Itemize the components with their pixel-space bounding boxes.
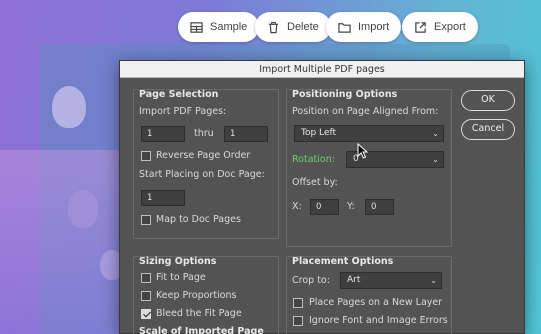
offset-x-label: X: xyxy=(292,201,302,212)
reverse-order-checkbox[interactable] xyxy=(141,151,151,161)
keep-proportions-checkbox[interactable] xyxy=(141,291,151,301)
sample-label: Sample xyxy=(210,21,248,33)
import-button[interactable]: Import xyxy=(326,12,402,42)
new-layer-checkbox[interactable] xyxy=(293,298,303,308)
balloon-illustration xyxy=(52,86,86,128)
table-icon xyxy=(190,21,203,33)
chevron-down-icon: ⌄ xyxy=(432,155,439,164)
scale-imported-label: Scale of Imported Page xyxy=(139,326,264,334)
aligned-from-label: Position on Page Aligned From: xyxy=(292,106,439,117)
page-selection-title: Page Selection xyxy=(139,89,219,100)
delete-label: Delete xyxy=(287,21,319,33)
chevron-down-icon: ⌄ xyxy=(430,276,437,285)
ok-button[interactable]: OK xyxy=(461,90,515,111)
crop-to-value: Art xyxy=(347,275,361,285)
delete-button[interactable]: Delete xyxy=(255,12,331,42)
bleed-fit-page-checkbox[interactable] xyxy=(141,309,151,319)
ignore-errors-label: Ignore Font and Image Errors xyxy=(309,315,448,326)
dialog-title: Import Multiple PDF pages xyxy=(120,61,524,78)
import-pages-label: Import PDF Pages: xyxy=(139,106,227,117)
offset-x-input[interactable]: 0 xyxy=(310,199,339,215)
fit-to-page-label: Fit to Page xyxy=(156,272,206,283)
from-page-input[interactable]: 1 xyxy=(141,126,185,142)
sample-button[interactable]: Sample xyxy=(178,12,260,42)
aligned-from-select[interactable]: Top Left ⌄ xyxy=(294,125,444,142)
sizing-options-title: Sizing Options xyxy=(139,256,217,267)
top-toolbar: Sample Delete Import Export xyxy=(0,12,541,42)
bleed-fit-page-label: Bleed the Fit Page xyxy=(156,308,242,319)
crop-to-label: Crop to: xyxy=(292,275,330,286)
mouse-cursor-icon xyxy=(357,143,369,159)
start-page-input[interactable]: 1 xyxy=(141,190,185,206)
crop-to-select[interactable]: Art ⌄ xyxy=(340,272,442,289)
import-pdf-dialog: Import Multiple PDF pages Page Selection… xyxy=(119,60,525,334)
chevron-down-icon: ⌄ xyxy=(432,129,439,138)
keep-proportions-label: Keep Proportions xyxy=(156,290,237,301)
to-page-input[interactable]: 1 xyxy=(224,126,268,142)
export-button[interactable]: Export xyxy=(402,12,478,42)
background-image-area xyxy=(0,150,120,334)
rotation-label: Rotation: xyxy=(292,154,335,165)
placement-options-title: Placement Options xyxy=(292,256,394,267)
start-page-label: Start Placing on Doc Page: xyxy=(139,169,265,180)
reverse-order-label: Reverse Page Order xyxy=(156,150,251,161)
import-label: Import xyxy=(358,21,390,33)
balloon-illustration xyxy=(68,190,98,228)
cancel-button[interactable]: Cancel xyxy=(461,119,515,140)
ignore-errors-checkbox[interactable] xyxy=(293,316,303,326)
map-doc-pages-checkbox[interactable] xyxy=(141,215,151,225)
map-doc-pages-label: Map to Doc Pages xyxy=(156,214,241,225)
offset-label: Offset by: xyxy=(292,177,338,188)
thru-label: thru xyxy=(194,128,214,139)
trash-icon xyxy=(268,21,279,33)
folder-icon xyxy=(338,22,351,33)
new-layer-label: Place Pages on a New Layer xyxy=(309,297,443,308)
positioning-options-title: Positioning Options xyxy=(292,89,398,100)
export-label: Export xyxy=(434,21,466,33)
offset-y-label: Y: xyxy=(347,201,355,212)
offset-y-input[interactable]: 0 xyxy=(365,199,394,215)
export-icon xyxy=(415,21,426,33)
fit-to-page-checkbox[interactable] xyxy=(141,273,151,283)
aligned-from-value: Top Left xyxy=(301,128,336,138)
